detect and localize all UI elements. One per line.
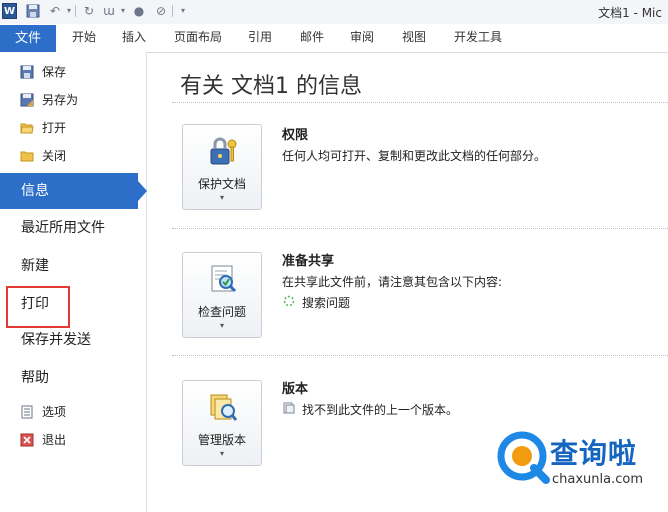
loading-spinner-icon: [282, 295, 296, 310]
permissions-desc: 任何人均可打开、复制和更改此文档的任何部分。: [282, 149, 547, 163]
nav-save-label: 保存: [42, 65, 67, 79]
customize-qat-icon[interactable]: ▾: [176, 4, 190, 18]
nav-save-as-label: 另存为: [42, 93, 79, 107]
open-folder-icon: [20, 121, 34, 135]
save-icon[interactable]: [26, 4, 40, 18]
page-title: 有关 文档1 的信息: [180, 74, 362, 99]
save-icon: [20, 65, 34, 79]
qat-separator: [172, 5, 173, 17]
tab-mailings[interactable]: 邮件: [290, 24, 334, 51]
tab-view[interactable]: 视图: [392, 24, 436, 51]
nav-help[interactable]: 帮助: [0, 360, 146, 396]
no-versions-label: 找不到此文件的上一个版本。: [302, 403, 459, 417]
watermark: 查询啦 chaxunla.com: [496, 430, 668, 512]
protect-document-button[interactable]: 保护文档 ▾: [182, 124, 262, 210]
word-app-icon[interactable]: W: [2, 3, 17, 19]
dropdown-arrow-icon: ▾: [219, 449, 224, 458]
check-for-issues-button[interactable]: 检查问题 ▾: [182, 252, 262, 338]
no-versions-row: 找不到此文件的上一个版本。: [282, 401, 458, 418]
versions-icon: [207, 391, 239, 423]
undo-icon[interactable]: ↶: [48, 4, 62, 18]
no-entry-icon[interactable]: ⊘: [154, 4, 168, 18]
tab-file[interactable]: 文件: [0, 25, 56, 52]
document-versions-icon: [282, 402, 296, 417]
manage-versions-button[interactable]: 管理版本 ▾: [182, 380, 262, 466]
tab-review[interactable]: 审阅: [340, 24, 384, 51]
window-title: 文档1 - Mic: [598, 6, 662, 20]
protect-document-label: 保护文档: [197, 177, 246, 191]
dropdown-arrow-icon: ▾: [219, 321, 224, 330]
tab-references[interactable]: 引用: [238, 24, 282, 51]
watermark-url: chaxunla.com: [552, 472, 643, 487]
prepare-sharing-desc: 在共享此文件前，请注意其包含以下内容:: [282, 275, 503, 289]
record-icon[interactable]: ●: [132, 4, 146, 18]
check-for-issues-label: 检查问题: [197, 305, 246, 319]
tab-page-layout[interactable]: 页面布局: [164, 24, 232, 51]
permissions-title: 权限: [282, 128, 309, 143]
nav-info[interactable]: 信息: [0, 173, 138, 209]
nav-open-label: 打开: [42, 121, 67, 135]
nav-save[interactable]: 保存: [0, 58, 146, 86]
nav-exit-label: 退出: [42, 433, 67, 447]
versions-title: 版本: [282, 382, 309, 397]
nav-exit[interactable]: 退出: [0, 426, 146, 454]
format-painter-icon[interactable]: ɯ: [102, 4, 116, 18]
nav-save-send[interactable]: 保存并发送: [0, 322, 146, 358]
nav-new[interactable]: 新建: [0, 248, 146, 284]
divider: [172, 228, 668, 229]
searching-issues-label: 搜索问题: [302, 296, 351, 310]
nav-options[interactable]: 选项: [0, 398, 146, 426]
close-folder-icon: [20, 149, 34, 163]
nav-info-pointer: [138, 181, 147, 201]
inspect-document-icon: [207, 263, 239, 295]
save-as-icon: [20, 93, 34, 107]
format-dropdown-icon[interactable]: ▾: [116, 4, 130, 18]
qat-separator: [75, 5, 76, 17]
tab-insert[interactable]: 插入: [110, 24, 158, 51]
nav-save-as[interactable]: 另存为: [0, 86, 146, 114]
redo-icon[interactable]: ↻: [82, 4, 96, 18]
nav-close-label: 关闭: [42, 149, 67, 163]
nav-close[interactable]: 关闭: [0, 142, 146, 170]
nav-open[interactable]: 打开: [0, 114, 146, 142]
prepare-sharing-title: 准备共享: [282, 254, 335, 269]
quick-access-toolbar: W ↶ ▾ ↻ ɯ ▾ ● ⊘ ▾ 文档1 - Mic: [0, 0, 668, 24]
divider: [172, 355, 668, 356]
watermark-brand: 查询啦: [550, 437, 638, 470]
tab-home[interactable]: 开始: [60, 24, 108, 51]
tab-developer[interactable]: 开发工具: [446, 24, 510, 51]
undo-dropdown-icon[interactable]: ▾: [62, 4, 76, 18]
ribbon-tab-bar: 开始 插入 页面布局 引用 邮件 审阅 视图 开发工具: [0, 24, 668, 53]
dropdown-arrow-icon: ▾: [219, 193, 224, 202]
nav-options-label: 选项: [42, 405, 67, 419]
nav-recent[interactable]: 最近所用文件: [0, 210, 146, 246]
options-icon: [20, 405, 34, 419]
searching-issues-row: 搜索问题: [282, 294, 350, 311]
exit-icon: [20, 433, 34, 447]
lock-key-icon: [207, 135, 239, 167]
watermark-logo-icon: [497, 431, 550, 484]
divider: [172, 102, 668, 103]
manage-versions-label: 管理版本: [197, 433, 246, 447]
